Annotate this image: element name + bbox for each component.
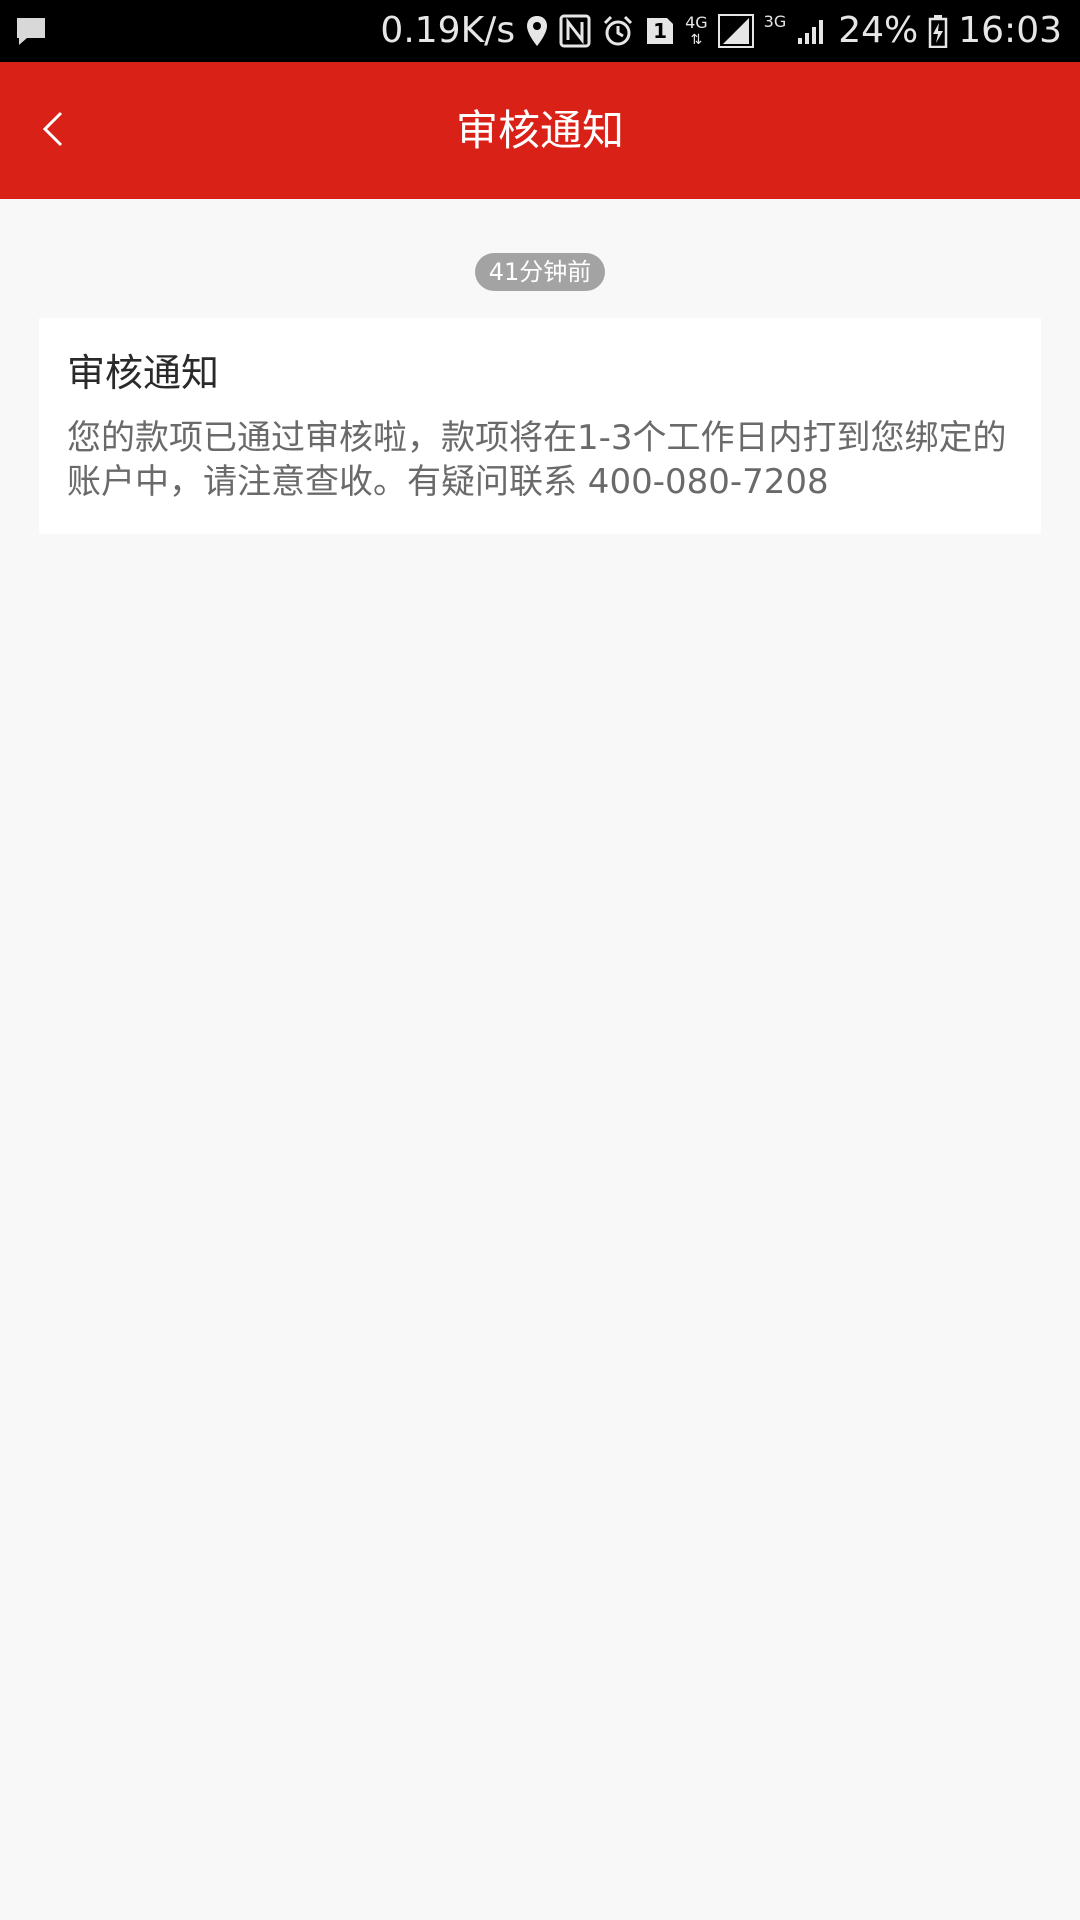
- page-title: 审核通知: [455, 106, 624, 155]
- notification-card[interactable]: 审核通知 您的款项已通过审核啦，款项将在1-3个工作日内打到您绑定的账户中，请注…: [39, 318, 1041, 534]
- location-icon: [525, 14, 549, 48]
- app-bar: 审核通知: [0, 62, 1080, 199]
- clock: 16:03: [958, 10, 1062, 51]
- status-bar: 0.19K/s 1 4G ⇅ 3G 24% 16:03: [0, 0, 1080, 62]
- signal-icon: [796, 16, 828, 46]
- sim1-icon: 1: [645, 16, 675, 46]
- 3g-icon: 3G: [763, 12, 787, 31]
- 4g-icon: 4G ⇅: [685, 12, 708, 48]
- notification-body: 您的款项已通过审核啦，款项将在1-3个工作日内打到您绑定的账户中，请注意查收。有…: [67, 418, 1007, 502]
- alarm-icon: [601, 14, 635, 48]
- status-icons: 0.19K/s 1 4G ⇅ 3G 24% 16:03: [380, 0, 1062, 62]
- sim-label: 1: [653, 19, 668, 43]
- 4g-label: 4G: [685, 12, 708, 32]
- time-ago-badge: 41分钟前: [474, 253, 606, 291]
- battery-percent: 24%: [838, 10, 919, 51]
- nfc-icon: [559, 14, 591, 48]
- message-icon: [14, 14, 48, 48]
- timestamp-row: 41分钟前: [0, 253, 1080, 291]
- signal-icon: [717, 14, 754, 48]
- battery-charging-icon: [928, 14, 948, 48]
- notification-title: 审核通知: [67, 351, 220, 395]
- net-speed: 0.19K/s: [380, 10, 516, 51]
